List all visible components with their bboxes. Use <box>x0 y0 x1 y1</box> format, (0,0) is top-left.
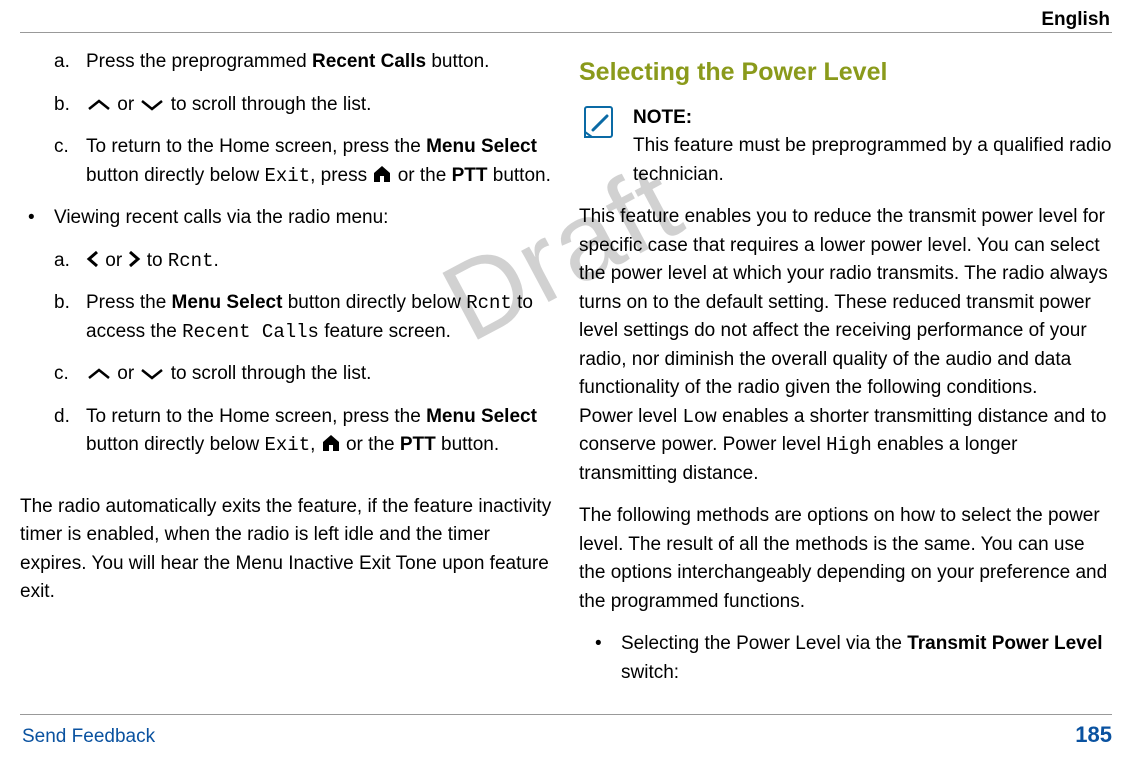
down-chevron-icon <box>139 367 165 381</box>
item-content: Press the Menu Select button directly be… <box>86 289 553 346</box>
right-column: Selecting the Power Level NOTE: This fea… <box>579 48 1112 701</box>
item-marker: a. <box>54 247 86 276</box>
language-label: English <box>1041 6 1110 35</box>
header-divider <box>20 32 1112 33</box>
text: button. <box>426 51 489 72</box>
right-arrow-icon <box>127 250 141 268</box>
bullet-marker: • <box>20 204 54 479</box>
item-content: To return to the Home screen, press the … <box>86 133 553 190</box>
text: This feature enables you to reduce the t… <box>579 206 1108 398</box>
item-content: To return to the Home screen, press the … <box>86 403 553 460</box>
item-marker: c. <box>54 360 86 389</box>
bold-text: Transmit Power Level <box>907 633 1102 654</box>
down-chevron-icon <box>139 98 165 112</box>
text: or <box>117 94 139 115</box>
item-marker: c. <box>20 133 86 190</box>
closing-paragraph: The radio automatically exits the featur… <box>20 493 553 607</box>
home-icon <box>372 165 392 183</box>
item-marker: a. <box>20 48 86 77</box>
second-lettered-list: a. or to Rcnt. b. Press the Menu Select … <box>54 247 553 460</box>
item-content: or to scroll through the list. <box>86 360 553 389</box>
text: to <box>147 250 168 271</box>
text: button. <box>487 165 550 186</box>
left-column: a. Press the preprogrammed Recent Calls … <box>20 48 553 701</box>
paragraph: This feature enables you to reduce the t… <box>579 203 1112 488</box>
home-icon <box>321 434 341 452</box>
text: Viewing recent calls via the radio menu: <box>54 207 388 228</box>
text: to scroll through the list. <box>171 94 372 115</box>
list-item: b. or to scroll through the list. <box>20 91 553 120</box>
text: Power level <box>579 406 683 427</box>
list-item: b. Press the Menu Select button directly… <box>54 289 553 346</box>
mono-text: Exit <box>265 434 311 456</box>
bold-text: PTT <box>400 434 436 455</box>
item-content: or to scroll through the list. <box>86 91 553 120</box>
mono-text: Recent Calls <box>182 321 319 343</box>
mono-text: Rcnt <box>466 292 512 314</box>
text: button directly below <box>282 292 466 313</box>
bold-text: Menu Select <box>426 136 537 157</box>
item-marker: b. <box>54 289 86 346</box>
text: button directly below <box>86 165 265 186</box>
text: or <box>105 250 122 271</box>
list-item: c. To return to the Home screen, press t… <box>20 133 553 190</box>
text: or <box>117 363 139 384</box>
text: button. <box>436 434 499 455</box>
bullet-item: • Viewing recent calls via the radio men… <box>20 204 553 479</box>
text: , <box>310 434 321 455</box>
page-footer: Send Feedback 185 <box>22 718 1112 751</box>
text: button directly below <box>86 434 265 455</box>
text: . <box>213 250 218 271</box>
list-item: d. To return to the Home screen, press t… <box>54 403 553 460</box>
right-bullet-item: • Selecting the Power Level via the Tran… <box>579 630 1112 687</box>
text: , press <box>310 165 372 186</box>
bullet-content: Selecting the Power Level via the Transm… <box>621 630 1112 687</box>
text: feature screen. <box>319 321 451 342</box>
item-content: or to Rcnt. <box>86 247 553 276</box>
footer-divider <box>20 714 1112 715</box>
bold-text: PTT <box>452 165 488 186</box>
list-item: a. Press the preprogrammed Recent Calls … <box>20 48 553 77</box>
text: or the <box>346 434 400 455</box>
note-body: NOTE: This feature must be preprogrammed… <box>633 104 1112 190</box>
text: or the <box>398 165 452 186</box>
bullet-content: Viewing recent calls via the radio menu:… <box>54 204 553 479</box>
page-number: 185 <box>1075 718 1112 751</box>
note-box: NOTE: This feature must be preprogrammed… <box>579 104 1112 190</box>
mono-text: Rcnt <box>168 250 214 272</box>
list-item: a. or to Rcnt. <box>54 247 553 276</box>
note-icon <box>579 104 619 190</box>
item-marker: b. <box>20 91 86 120</box>
bold-text: Recent Calls <box>312 51 426 72</box>
mono-text: Exit <box>265 165 311 187</box>
left-arrow-icon <box>86 250 100 268</box>
content-columns: a. Press the preprogrammed Recent Calls … <box>20 48 1112 701</box>
item-content: Press the preprogrammed Recent Calls but… <box>86 48 553 77</box>
mono-text: Low <box>683 406 717 428</box>
bold-text: Menu Select <box>172 292 283 313</box>
text: Press the <box>86 292 172 313</box>
mono-text: High <box>826 434 872 456</box>
text: to scroll through the list. <box>171 363 372 384</box>
section-heading: Selecting the Power Level <box>579 54 1112 92</box>
item-marker: d. <box>54 403 86 460</box>
text: switch: <box>621 662 679 683</box>
bold-text: Menu Select <box>426 406 537 427</box>
text: Selecting the Power Level via the <box>621 633 907 654</box>
bullet-marker: • <box>579 630 621 687</box>
list-item: c. or to scroll through the list. <box>54 360 553 389</box>
text: Press the preprogrammed <box>86 51 312 72</box>
note-text: This feature must be preprogrammed by a … <box>633 132 1112 189</box>
first-lettered-list: a. Press the preprogrammed Recent Calls … <box>20 48 553 190</box>
up-chevron-icon <box>86 98 112 112</box>
up-chevron-icon <box>86 367 112 381</box>
paragraph: The following methods are options on how… <box>579 502 1112 616</box>
text: To return to the Home screen, press the <box>86 136 426 157</box>
send-feedback-link[interactable]: Send Feedback <box>22 723 155 752</box>
note-label: NOTE: <box>633 104 1112 133</box>
text: To return to the Home screen, press the <box>86 406 426 427</box>
